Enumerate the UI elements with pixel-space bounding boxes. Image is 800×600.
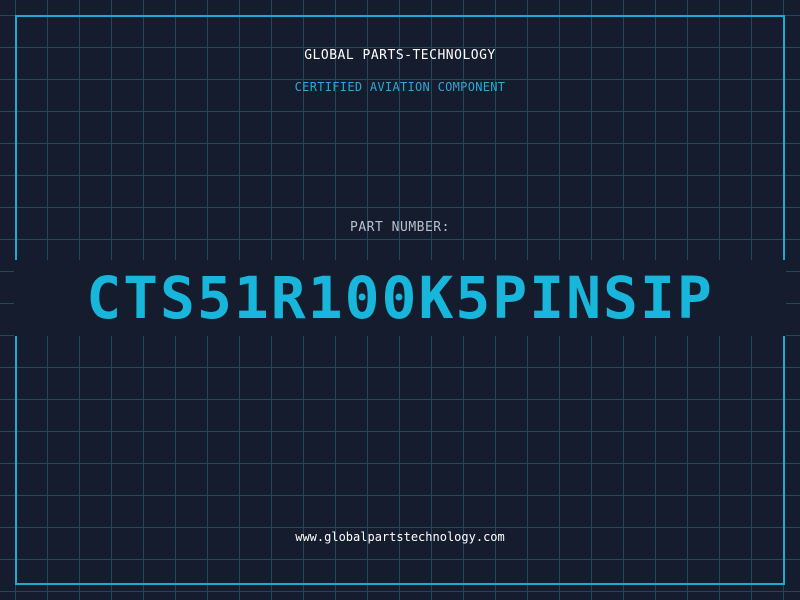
website-link[interactable]: www.globalpartstechnology.com	[0, 530, 800, 544]
part-number-value: CTS51R100K5PINSIP	[86, 264, 714, 332]
part-card: GLOBAL PARTS-TECHNOLOGY CERTIFIED AVIATI…	[0, 0, 800, 600]
company-name: GLOBAL PARTS-TECHNOLOGY	[304, 48, 496, 63]
part-number-label: PART NUMBER:	[350, 220, 450, 235]
certification-tagline: CERTIFIED AVIATION COMPONENT	[294, 80, 506, 94]
